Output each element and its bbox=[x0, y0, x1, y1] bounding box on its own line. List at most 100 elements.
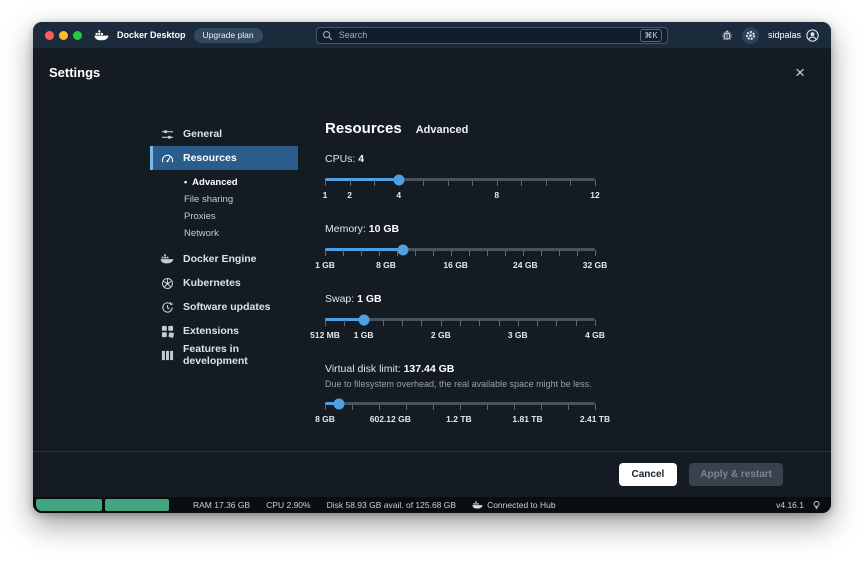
docker-engine-icon bbox=[160, 252, 174, 266]
sidebar-subitem-network[interactable]: Network bbox=[184, 225, 298, 242]
slider-mark-label: 3 GB bbox=[508, 330, 528, 340]
cpus-label: CPUs: 4 bbox=[325, 153, 630, 165]
slider-tick bbox=[487, 404, 488, 410]
slider-tick bbox=[537, 320, 538, 326]
username: sidpalas bbox=[768, 30, 801, 40]
docker-whale-icon bbox=[94, 30, 109, 41]
sidebar-item-docker-engine[interactable]: Docker Engine bbox=[150, 247, 298, 271]
slider-fill bbox=[325, 178, 399, 181]
slider-mark-label: 1 GB bbox=[354, 330, 374, 340]
sidebar-item-features-in-development[interactable]: Features in development bbox=[150, 343, 298, 367]
settings-sidebar: General Resources •Advanced File sharing Pro… bbox=[150, 122, 298, 451]
vm-status-segment[interactable] bbox=[105, 499, 169, 511]
slider-tick bbox=[521, 180, 522, 186]
slider-mark-label: 1.81 TB bbox=[512, 414, 542, 424]
fullscreen-window-button[interactable] bbox=[73, 31, 82, 40]
slider-tick bbox=[350, 180, 351, 186]
sidebar-item-label: General bbox=[183, 128, 222, 140]
disk-usage: Disk 58.93 GB avail. of 125.68 GB bbox=[327, 500, 456, 510]
slider-tick bbox=[556, 320, 557, 326]
sidebar-item-label: Resources bbox=[183, 152, 237, 164]
slider-tick bbox=[402, 320, 403, 326]
resources-subnav: •Advanced File sharing Proxies Network bbox=[150, 170, 298, 247]
slider-mark-label: 8 bbox=[494, 190, 499, 200]
slider-tick bbox=[344, 320, 345, 326]
tip-lightbulb-icon[interactable] bbox=[812, 500, 821, 511]
sidebar-subitem-file-sharing[interactable]: File sharing bbox=[184, 191, 298, 208]
apply-restart-button[interactable]: Apply & restart bbox=[689, 463, 783, 486]
section-memory: Memory: 10 GB1 GB8 GB16 GB24 GB32 GB bbox=[325, 223, 630, 270]
slider-tick bbox=[595, 320, 596, 326]
slider-tick bbox=[406, 404, 407, 410]
search-area: Search ⌘K bbox=[271, 27, 713, 44]
cpus-slider-track[interactable] bbox=[325, 178, 595, 181]
section-title: Resources bbox=[325, 120, 402, 137]
settings-gear-button[interactable] bbox=[742, 27, 759, 44]
swap-slider-marks: 512 MB1 GB2 GB3 GB4 GB bbox=[325, 330, 595, 340]
slider-mark-label: 2 GB bbox=[431, 330, 451, 340]
extensions-icon bbox=[160, 324, 174, 338]
slider-mark-label: 32 GB bbox=[583, 260, 608, 270]
search-input[interactable]: Search ⌘K bbox=[316, 27, 668, 44]
slider-tick bbox=[479, 320, 480, 326]
hub-connection-status[interactable]: Connected to Hub bbox=[472, 500, 556, 510]
engine-status-segment[interactable] bbox=[36, 499, 102, 511]
close-window-button[interactable] bbox=[45, 31, 54, 40]
search-placeholder: Search bbox=[339, 30, 368, 40]
memory-label: Memory: 10 GB bbox=[325, 223, 630, 235]
resources-icon bbox=[160, 151, 174, 165]
user-menu[interactable]: sidpalas bbox=[768, 29, 819, 42]
upgrade-plan-button[interactable]: Upgrade plan bbox=[194, 28, 263, 43]
slider-tick bbox=[514, 404, 515, 410]
section-subtitle: Advanced bbox=[416, 124, 469, 136]
slider-mark-label: 24 GB bbox=[513, 260, 538, 270]
slider-tick bbox=[472, 180, 473, 186]
slider-tick bbox=[343, 250, 344, 256]
slider-tick bbox=[595, 180, 596, 186]
virtual-disk-slider-thumb[interactable] bbox=[334, 398, 345, 409]
search-shortcut-badge: ⌘K bbox=[640, 29, 661, 42]
slider-mark-label: 16 GB bbox=[443, 260, 468, 270]
sidebar-item-general[interactable]: General bbox=[150, 122, 298, 146]
slider-tick bbox=[523, 250, 524, 256]
slider-mark-label: 12 bbox=[590, 190, 599, 200]
sidebar-item-extensions[interactable]: Extensions bbox=[150, 319, 298, 343]
slider-tick bbox=[352, 404, 353, 410]
memory-slider-track[interactable] bbox=[325, 248, 595, 251]
slider-tick bbox=[383, 320, 384, 326]
cancel-button[interactable]: Cancel bbox=[619, 463, 678, 486]
cpus-slider-thumb[interactable] bbox=[393, 174, 404, 185]
sidebar-item-software-updates[interactable]: Software updates bbox=[150, 295, 298, 319]
slider-tick bbox=[499, 320, 500, 326]
cpus-slider[interactable]: 124812 bbox=[325, 178, 595, 200]
sidebar-item-kubernetes[interactable]: Kubernetes bbox=[150, 271, 298, 295]
slider-mark-label: 8 GB bbox=[315, 414, 335, 424]
sidebar-item-label: Kubernetes bbox=[183, 277, 241, 289]
close-settings-button[interactable]: × bbox=[795, 64, 805, 81]
slider-tick bbox=[541, 250, 542, 256]
sidebar-subitem-label: Network bbox=[184, 228, 219, 239]
slider-tick bbox=[505, 250, 506, 256]
slider-tick bbox=[577, 250, 578, 256]
virtual-disk-slider[interactable]: 8 GB602.12 GB1.2 TB1.81 TB2.41 TB bbox=[325, 402, 595, 424]
swap-value: 1 GB bbox=[357, 293, 382, 305]
sidebar-item-resources[interactable]: Resources bbox=[150, 146, 298, 170]
sidebar-subitem-label: File sharing bbox=[184, 194, 233, 205]
cpus-slider-marks: 124812 bbox=[325, 190, 595, 200]
settings-content: General Resources •Advanced File sharing Pro… bbox=[33, 96, 831, 451]
sidebar-subitem-label: Proxies bbox=[184, 211, 216, 222]
swap-slider-thumb[interactable] bbox=[358, 314, 369, 325]
minimize-window-button[interactable] bbox=[59, 31, 68, 40]
sidebar-subitem-advanced[interactable]: •Advanced bbox=[184, 174, 298, 191]
swap-slider[interactable]: 512 MB1 GB2 GB3 GB4 GB bbox=[325, 318, 595, 340]
slider-fill bbox=[325, 248, 403, 251]
slider-tick bbox=[546, 180, 547, 186]
bug-report-icon[interactable] bbox=[721, 29, 733, 41]
sidebar-item-label: Docker Engine bbox=[183, 253, 257, 265]
memory-slider-thumb[interactable] bbox=[398, 244, 409, 255]
slider-tick bbox=[374, 180, 375, 186]
sidebar-subitem-proxies[interactable]: Proxies bbox=[184, 208, 298, 225]
virtual-disk-slider-track[interactable] bbox=[325, 402, 595, 405]
swap-slider-track[interactable] bbox=[325, 318, 595, 321]
memory-slider[interactable]: 1 GB8 GB16 GB24 GB32 GB bbox=[325, 248, 595, 270]
